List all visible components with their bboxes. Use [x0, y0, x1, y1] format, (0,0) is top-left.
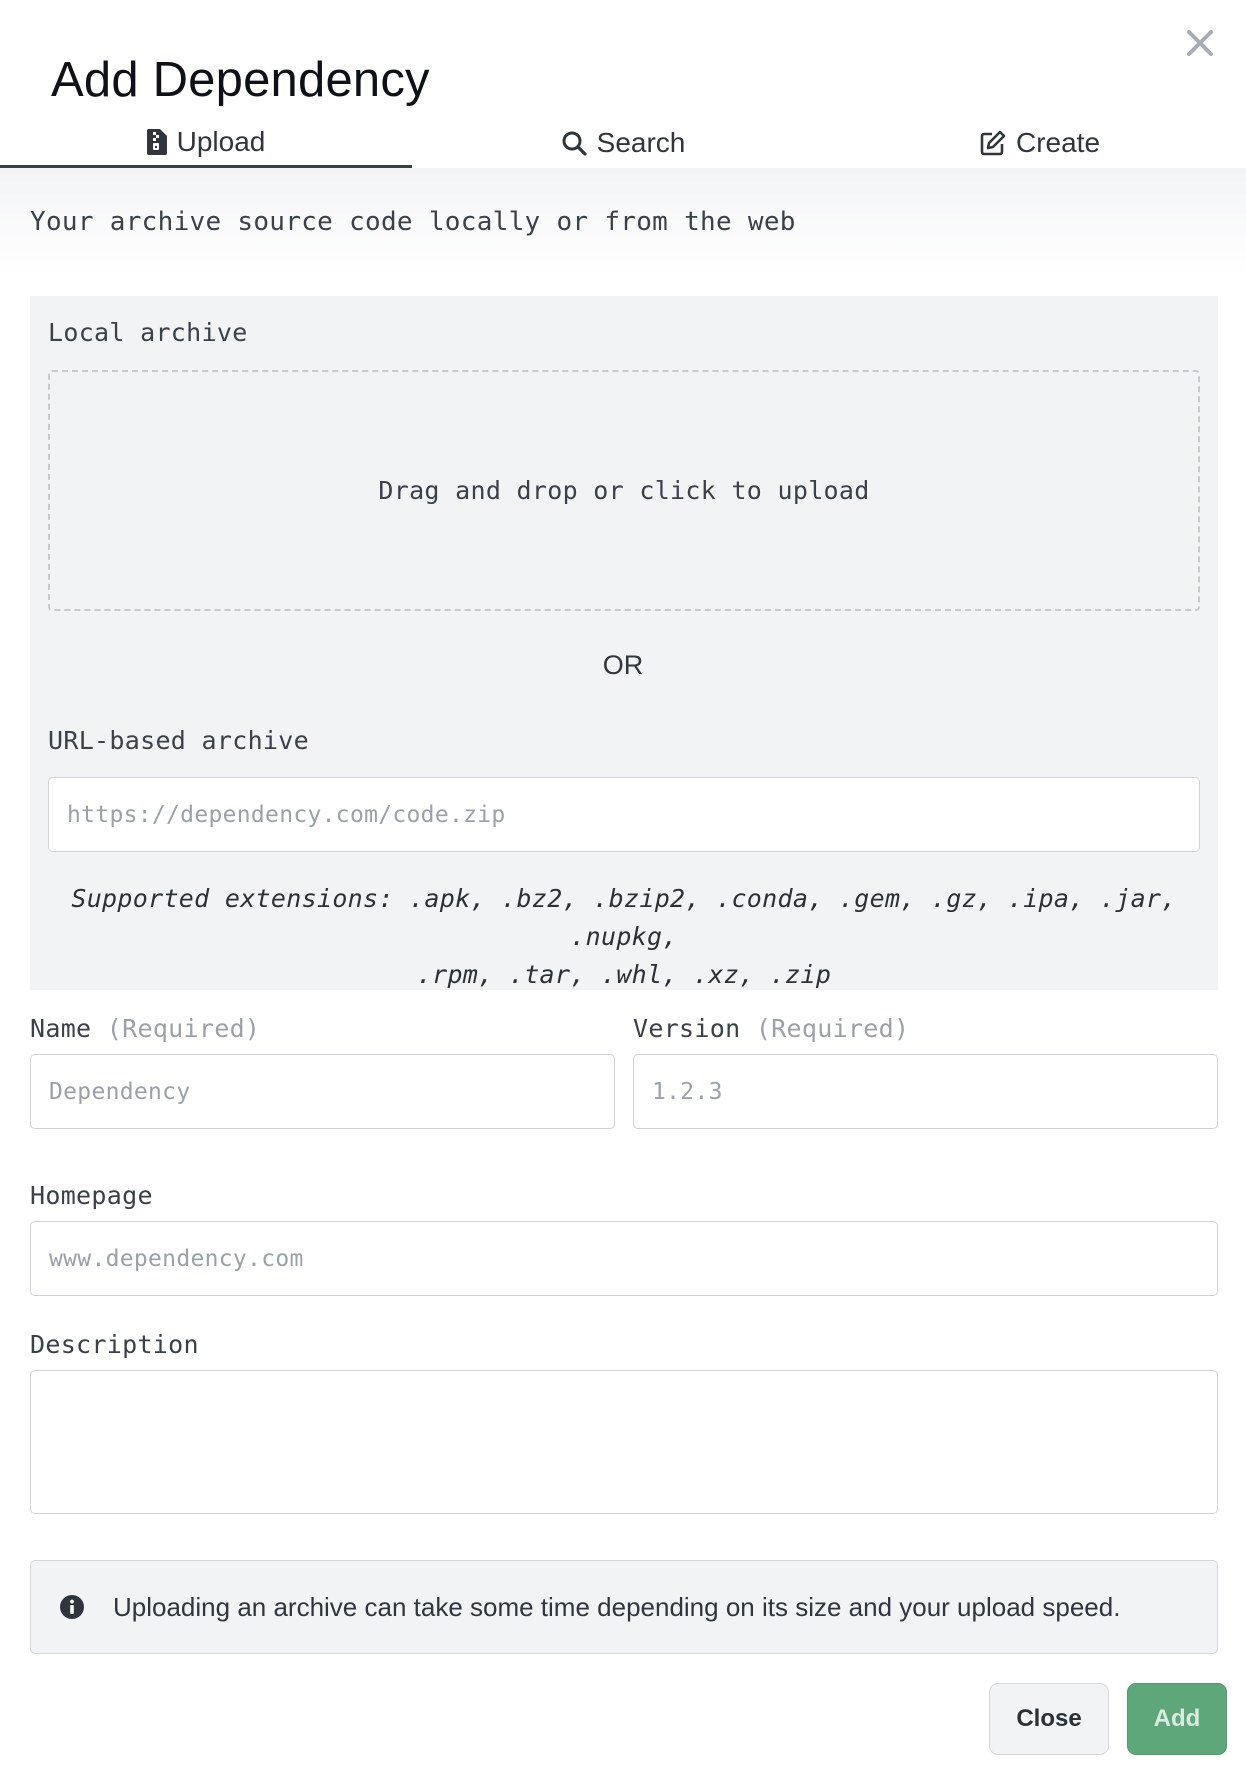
info-text: Uploading an archive can take some time … [113, 1591, 1121, 1622]
tab-search[interactable]: Search [412, 118, 834, 168]
supported-extensions: Supported extensions: .apk, .bz2, .bzip2… [30, 880, 1218, 994]
local-archive-label: Local archive [48, 318, 248, 347]
version-input[interactable] [633, 1054, 1218, 1129]
version-label-text: Version [633, 1014, 741, 1043]
tab-create[interactable]: Create [834, 118, 1246, 168]
info-circle-icon [60, 1595, 84, 1619]
name-label-text: Name [30, 1014, 92, 1043]
description-textarea[interactable] [30, 1370, 1218, 1514]
url-archive-label: URL-based archive [48, 726, 309, 755]
version-required-hint: (Required) [755, 1014, 910, 1043]
search-icon [562, 131, 587, 156]
name-input[interactable] [30, 1054, 615, 1129]
tab-upload[interactable]: Upload [0, 118, 412, 168]
homepage-label: Homepage [30, 1181, 153, 1210]
supported-extensions-line-1: Supported extensions: .apk, .bz2, .bzip2… [71, 884, 1177, 951]
close-button[interactable]: Close [989, 1683, 1109, 1755]
tab-bar: Upload Search Create [0, 118, 1246, 168]
version-label: Version (Required) [633, 1014, 909, 1043]
info-callout: Uploading an archive can take some time … [30, 1560, 1218, 1654]
dropzone-text: Drag and drop or click to upload [378, 476, 870, 505]
url-archive-input[interactable] [48, 777, 1200, 852]
description-label: Description [30, 1330, 199, 1359]
homepage-input[interactable] [30, 1221, 1218, 1296]
name-required-hint: (Required) [106, 1014, 261, 1043]
tab-create-label: Create [1015, 127, 1101, 158]
add-button[interactable]: Add [1127, 1683, 1227, 1755]
edit-icon [980, 130, 1006, 156]
dialog-title: Add Dependency [51, 53, 430, 107]
name-label: Name (Required) [30, 1014, 260, 1043]
subtitle: Your archive source code locally or from… [30, 207, 796, 237]
close-icon[interactable] [1183, 26, 1217, 60]
upload-dropzone[interactable]: Drag and drop or click to upload [48, 370, 1200, 611]
or-divider: OR [602, 650, 644, 680]
file-zip-icon [146, 128, 167, 155]
supported-extensions-line-2: .rpm, .tar, .whl, .xz, .zip [416, 960, 832, 989]
tab-search-label: Search [596, 127, 686, 158]
tab-upload-label: Upload [176, 125, 266, 157]
